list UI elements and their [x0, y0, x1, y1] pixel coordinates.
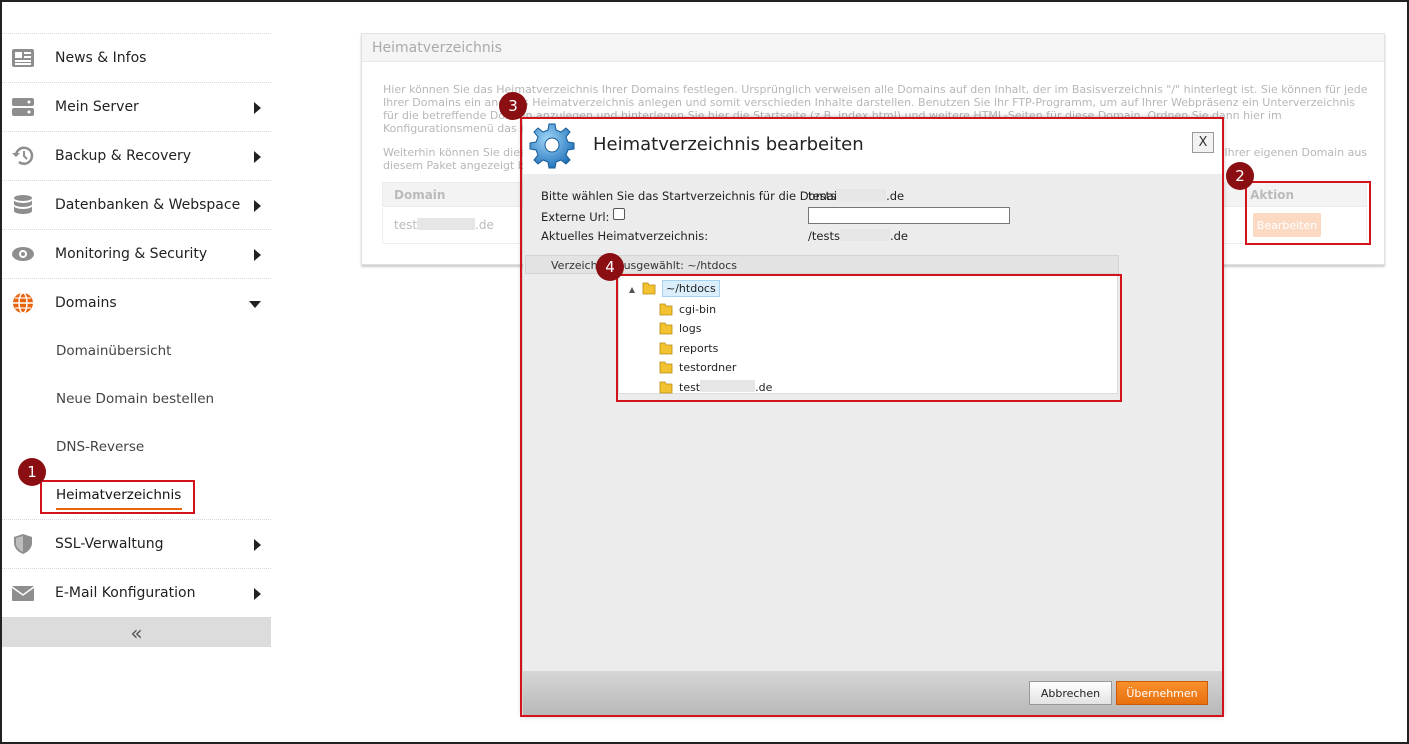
chevron-right-icon	[254, 539, 261, 551]
sidebar-item-label: Domains	[55, 295, 117, 311]
sidebar-item-label: Datenbanken & Webspace	[55, 197, 241, 213]
column-header-domain: Domain	[394, 188, 446, 202]
globe-icon	[13, 292, 33, 314]
step-badge-2: 2	[1226, 162, 1254, 190]
chevron-right-icon	[254, 102, 261, 114]
sidebar-item-label: Mein Server	[55, 99, 139, 115]
chevron-down-icon	[249, 301, 261, 308]
sidebar-item-news[interactable]: News & Infos	[2, 33, 271, 82]
sidebar-subitem-neue-domain[interactable]: Neue Domain bestellen	[2, 375, 271, 423]
highlight-box-4	[616, 274, 1122, 402]
sidebar-item-label: News & Infos	[55, 50, 147, 66]
sidebar-item-domains[interactable]: Domains	[2, 278, 271, 327]
chevron-right-icon	[254, 200, 261, 212]
redaction-blur	[417, 218, 476, 230]
panel-title: Heimatverzeichnis	[362, 34, 1384, 62]
sidebar-item-ssl[interactable]: SSL-Verwaltung	[2, 519, 271, 568]
envelope-icon	[11, 586, 35, 601]
step-badge-4: 4	[596, 253, 624, 281]
database-icon	[14, 195, 32, 214]
sidebar-item-server[interactable]: Mein Server	[2, 82, 271, 131]
eye-icon	[12, 247, 34, 261]
chevron-right-icon	[254, 588, 261, 600]
sidebar-subitem-domainuebersicht[interactable]: Domainübersicht	[2, 327, 271, 375]
domain-cell: test .de	[394, 218, 494, 232]
sidebar-subitem-label: Neue Domain bestellen	[56, 391, 215, 407]
sidebar-item-label: SSL-Verwaltung	[55, 536, 164, 552]
highlight-box-1	[40, 480, 195, 514]
highlight-box-3	[520, 117, 1224, 717]
sidebar-item-email[interactable]: E-Mail Konfiguration	[2, 568, 271, 617]
double-chevron-left-icon: «	[130, 620, 143, 645]
sidebar-item-backup[interactable]: Backup & Recovery	[2, 131, 271, 180]
chevron-right-icon	[254, 249, 261, 261]
step-badge-1: 1	[18, 458, 46, 486]
sidebar-subitem-label: Domainübersicht	[56, 343, 172, 359]
sidebar-item-databases[interactable]: Datenbanken & Webspace	[2, 180, 271, 229]
newspaper-icon	[12, 49, 34, 67]
sidebar-item-label: Backup & Recovery	[55, 148, 192, 164]
shield-icon	[14, 534, 32, 554]
history-icon	[12, 146, 34, 165]
highlight-box-2	[1245, 181, 1371, 245]
chevron-right-icon	[254, 151, 261, 163]
server-icon	[12, 98, 34, 116]
sidebar-item-monitoring[interactable]: Monitoring & Security	[2, 229, 271, 278]
sidebar-item-label: E-Mail Konfiguration	[55, 585, 196, 601]
sidebar: News & Infos Mein Server Backup & Recove…	[2, 33, 271, 647]
sidebar-subitem-label: DNS-Reverse	[56, 439, 145, 455]
sidebar-collapse-button[interactable]: «	[2, 617, 271, 647]
step-badge-3: 3	[499, 92, 527, 120]
sidebar-item-label: Monitoring & Security	[55, 246, 208, 262]
